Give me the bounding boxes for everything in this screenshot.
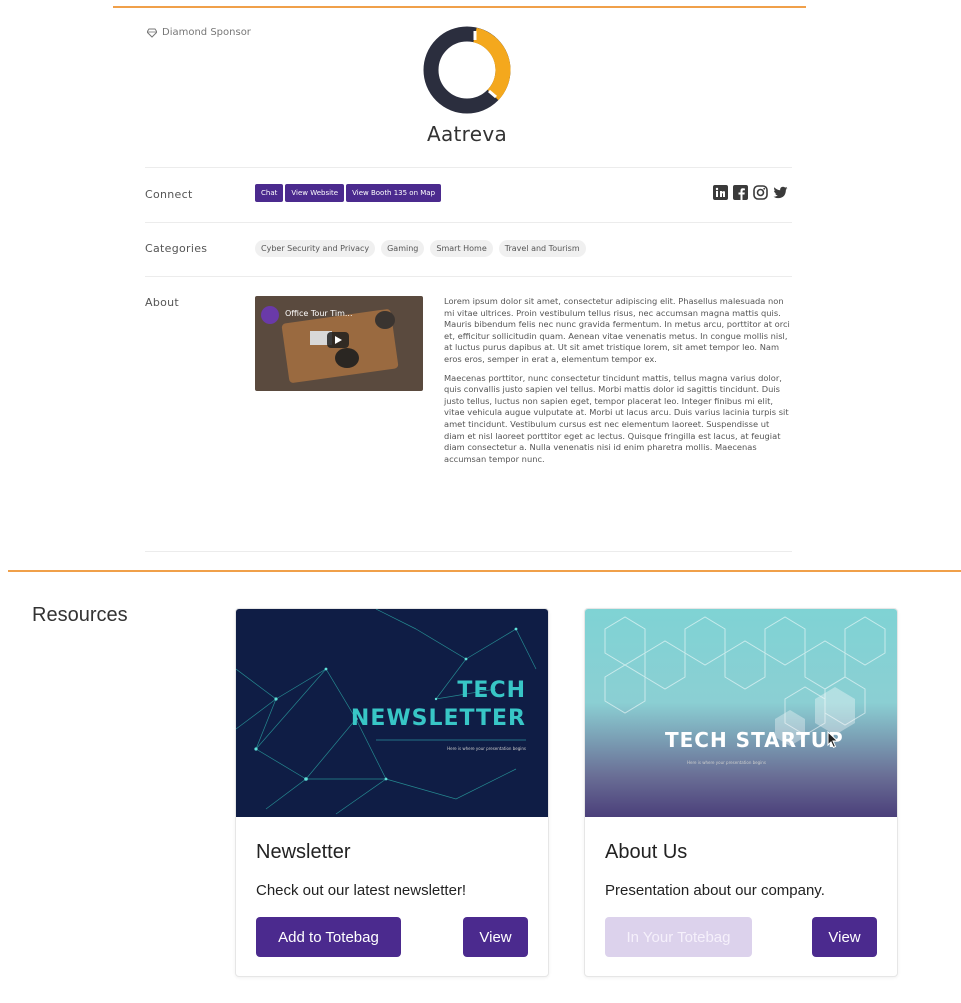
in-your-totebag-button[interactable]: In Your Totebag [605, 917, 752, 957]
category-chip[interactable]: Cyber Security and Privacy [255, 240, 376, 257]
sponsor-tier: Diamond Sponsor [147, 27, 251, 38]
startup-thumb-title: TECH STARTUP [665, 728, 844, 752]
category-chips: Cyber Security and Privacy Gaming Smart … [255, 240, 586, 257]
connect-row: Connect Chat View Website View Booth 135… [145, 167, 792, 223]
sponsor-logo: Aatreva [405, 22, 529, 146]
categories-label: Categories [145, 242, 208, 255]
view-website-button[interactable]: View Website [285, 184, 345, 202]
about-text: Lorem ipsum dolor sit amet, consectetur … [444, 296, 792, 472]
view-booth-map-button[interactable]: View Booth 135 on Map [346, 184, 442, 202]
twitter-icon[interactable] [773, 185, 788, 200]
mouse-cursor-icon [827, 731, 839, 749]
newsletter-thumb-title: TECH NEWSLETTER [351, 677, 526, 733]
facebook-icon[interactable] [733, 185, 748, 200]
video-thumbnail-person [335, 348, 359, 368]
aatreva-logo-icon [423, 26, 511, 114]
about-video[interactable]: Office Tour Tim... [255, 296, 423, 391]
card-description: Presentation about our company. [605, 882, 825, 899]
category-chip[interactable]: Travel and Tourism [498, 240, 586, 257]
about-label: About [145, 296, 180, 309]
instagram-icon[interactable] [753, 185, 768, 200]
card-title: About Us [605, 841, 688, 863]
newsletter-thumbnail: TECH NEWSLETTER Here is where your prese… [236, 609, 548, 817]
categories-row: Categories Cyber Security and Privacy Ga… [145, 222, 792, 277]
video-thumbnail-person [375, 311, 395, 329]
thumb-subtitle: Here is where your presentation begins [687, 760, 766, 765]
view-button[interactable]: View [812, 917, 877, 957]
connect-buttons: Chat View Website View Booth 135 on Map [255, 184, 443, 202]
card-description: Check out our latest newsletter! [256, 882, 467, 899]
video-title: Office Tour Tim... [285, 309, 353, 318]
thumb-title-line: TECH [457, 678, 526, 703]
category-chip[interactable]: Gaming [381, 240, 425, 257]
resource-card-about-us: TECH STARTUP Here is where your presenta… [584, 608, 898, 977]
top-divider [113, 6, 806, 8]
resource-card-newsletter: TECH NEWSLETTER Here is where your prese… [235, 608, 549, 977]
diamond-icon [147, 28, 157, 38]
view-button[interactable]: View [463, 917, 528, 957]
about-paragraph: Maecenas porttitor, nunc consectetur tin… [444, 372, 789, 464]
about-row: About Office Tour Tim... Lorem ipsum dol… [145, 276, 792, 552]
company-name: Aatreva [426, 122, 508, 146]
linkedin-icon[interactable] [713, 185, 728, 200]
category-chip[interactable]: Smart Home [430, 240, 493, 257]
sponsor-tier-label: Diamond Sponsor [162, 27, 251, 38]
resources-heading: Resources [32, 604, 128, 626]
chat-button[interactable]: Chat [255, 184, 284, 202]
thumb-subtitle: Here is where your presentation begins [447, 746, 526, 751]
add-to-totebag-button[interactable]: Add to Totebag [256, 917, 401, 957]
social-links [713, 185, 788, 200]
video-channel-avatar [261, 306, 279, 324]
section-divider [8, 570, 961, 572]
thumb-title-line: NEWSLETTER [350, 706, 526, 731]
about-paragraph: Lorem ipsum dolor sit amet, consectetur … [444, 296, 790, 364]
hexagon-pattern [604, 616, 886, 746]
play-icon[interactable] [327, 332, 349, 348]
connect-label: Connect [145, 188, 193, 201]
startup-thumbnail: TECH STARTUP Here is where your presenta… [585, 609, 897, 817]
card-title: Newsletter [256, 841, 351, 863]
